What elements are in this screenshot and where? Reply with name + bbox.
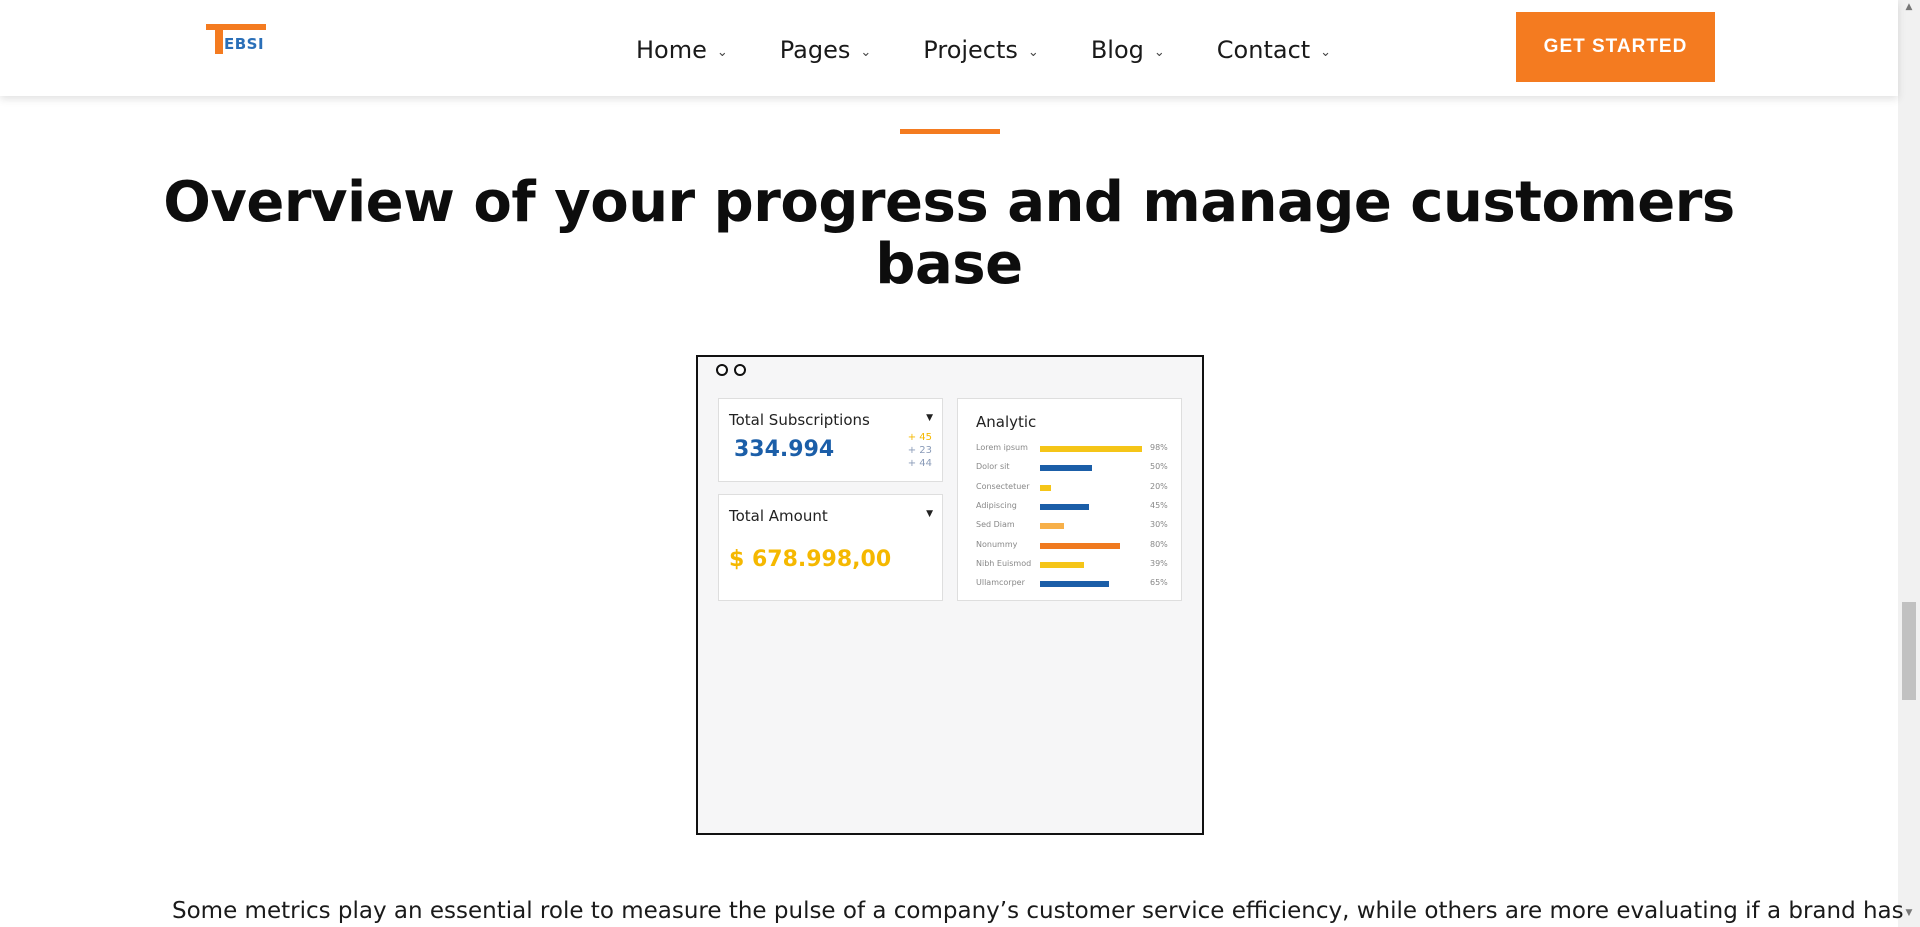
analytic-row-percent: 30% xyxy=(1150,520,1168,530)
analytic-row-bar xyxy=(1040,542,1120,549)
analytic-row-percent: 20% xyxy=(1150,481,1168,491)
analytic-row-label: Nibh Euismod xyxy=(976,558,1032,568)
dashboard-illustration: Total Subscriptions ▼ 334.994 + 45 + 23 … xyxy=(696,355,1204,835)
analytic-row-label: Consectetuer xyxy=(976,481,1030,491)
nav-label: Projects xyxy=(923,36,1018,64)
analytic-row-bar xyxy=(1040,465,1092,472)
caret-down-icon: ▼ xyxy=(926,509,933,519)
analytic-card: Analytic Lorem ipsum 98% Dolor sit 50% Conse… xyxy=(957,398,1182,601)
nav-label: Pages xyxy=(779,36,851,64)
scroll-thumb[interactable] xyxy=(1902,602,1916,700)
nav-item-projects[interactable]: Projects ⌄ xyxy=(923,36,1039,64)
main-nav: Home ⌄ Pages ⌄ Projects ⌄ Blog ⌄ Contact… xyxy=(636,33,1383,67)
brand-logo[interactable]: EBSI xyxy=(206,22,268,58)
analytic-row: Sed Diam 30% xyxy=(976,520,1176,532)
subscriptions-deltas: + 45 + 23 + 44 xyxy=(908,431,932,470)
subscriptions-value: 334.994 xyxy=(734,437,835,462)
chevron-down-icon: ⌄ xyxy=(1153,44,1165,60)
section-accent-line xyxy=(900,129,1000,134)
analytic-row-percent: 45% xyxy=(1150,500,1168,510)
analytic-row-label: Dolor sit xyxy=(976,462,1010,472)
analytic-row-percent: 80% xyxy=(1150,539,1168,549)
analytic-row-label: Ullamcorper xyxy=(976,578,1025,588)
window-dot-icon xyxy=(734,364,746,376)
amount-card: Total Amount ▼ $ 678.998,00 xyxy=(718,494,943,601)
analytic-row-bar xyxy=(1040,503,1089,510)
analytic-row: Nonummy 80% xyxy=(976,540,1176,552)
analytic-row-bar xyxy=(1040,446,1142,452)
analytic-row-percent: 98% xyxy=(1150,443,1168,452)
nav-item-blog[interactable]: Blog ⌄ xyxy=(1091,36,1165,64)
logo-stem xyxy=(215,24,223,54)
site-header: EBSI Home ⌄ Pages ⌄ Projects ⌄ Blog ⌄ Co… xyxy=(0,0,1898,96)
nav-label: Contact xyxy=(1216,36,1311,64)
analytic-row-percent: 50% xyxy=(1150,462,1168,472)
analytic-title: Analytic xyxy=(976,413,1037,431)
subscriptions-card: Total Subscriptions ▼ 334.994 + 45 + 23 … xyxy=(718,398,943,482)
chevron-down-icon: ⌄ xyxy=(1320,44,1332,60)
analytic-row: Consectetuer 20% xyxy=(976,482,1176,494)
section-title: Overview of your progress and manage cus… xyxy=(163,170,1735,297)
analytic-row: Dolor sit 50% xyxy=(976,462,1176,474)
nav-item-pages[interactable]: Pages ⌄ xyxy=(780,36,872,64)
nav-label: Home xyxy=(636,36,707,64)
analytic-row-percent: 65% xyxy=(1150,578,1168,588)
analytic-row: Adipiscing 45% xyxy=(976,501,1176,513)
analytic-row-label: Sed Diam xyxy=(976,520,1015,530)
window-dot-icon xyxy=(716,364,728,376)
amount-label: Total Amount xyxy=(729,507,828,525)
scroll-up-arrow-icon[interactable]: ▲ xyxy=(1898,2,1920,16)
logo-text: EBSI xyxy=(224,35,265,53)
delta-value: + 45 xyxy=(907,432,932,443)
nav-label: Blog xyxy=(1090,36,1144,64)
chevron-down-icon: ⌄ xyxy=(716,44,728,60)
amount-value: $ 678.998,00 xyxy=(729,547,892,572)
chevron-down-icon: ⌄ xyxy=(860,44,872,60)
get-started-button[interactable]: GET STARTED xyxy=(1516,12,1715,82)
delta-value: + 23 xyxy=(907,445,932,456)
page-scrollbar[interactable]: ▲ ▼ xyxy=(1898,0,1920,927)
chevron-down-icon: ⌄ xyxy=(1027,44,1039,60)
analytic-row-bar xyxy=(1040,581,1109,588)
analytic-row-label: Adipiscing xyxy=(976,500,1017,510)
subscriptions-label: Total Subscriptions xyxy=(729,411,870,429)
analytic-row-label: Nonummy xyxy=(976,539,1018,549)
analytic-row-label: Lorem ipsum xyxy=(976,443,1028,452)
nav-item-contact[interactable]: Contact ⌄ xyxy=(1217,36,1331,64)
analytic-row-bar xyxy=(1040,484,1051,491)
analytic-row: Ullamcorper 65% xyxy=(976,578,1176,590)
caret-down-icon: ▼ xyxy=(926,413,933,423)
section-paragraph: Some metrics play an essential role to m… xyxy=(172,898,1904,924)
analytic-row-bar xyxy=(1040,523,1064,530)
analytic-row-bar xyxy=(1040,561,1084,568)
analytic-row: Nibh Euismod 39% xyxy=(976,559,1176,571)
analytic-row: Lorem ipsum 98% xyxy=(976,443,1176,455)
analytic-row-percent: 39% xyxy=(1150,558,1168,568)
nav-item-home[interactable]: Home ⌄ xyxy=(636,36,728,64)
delta-value: + 44 xyxy=(907,458,932,469)
